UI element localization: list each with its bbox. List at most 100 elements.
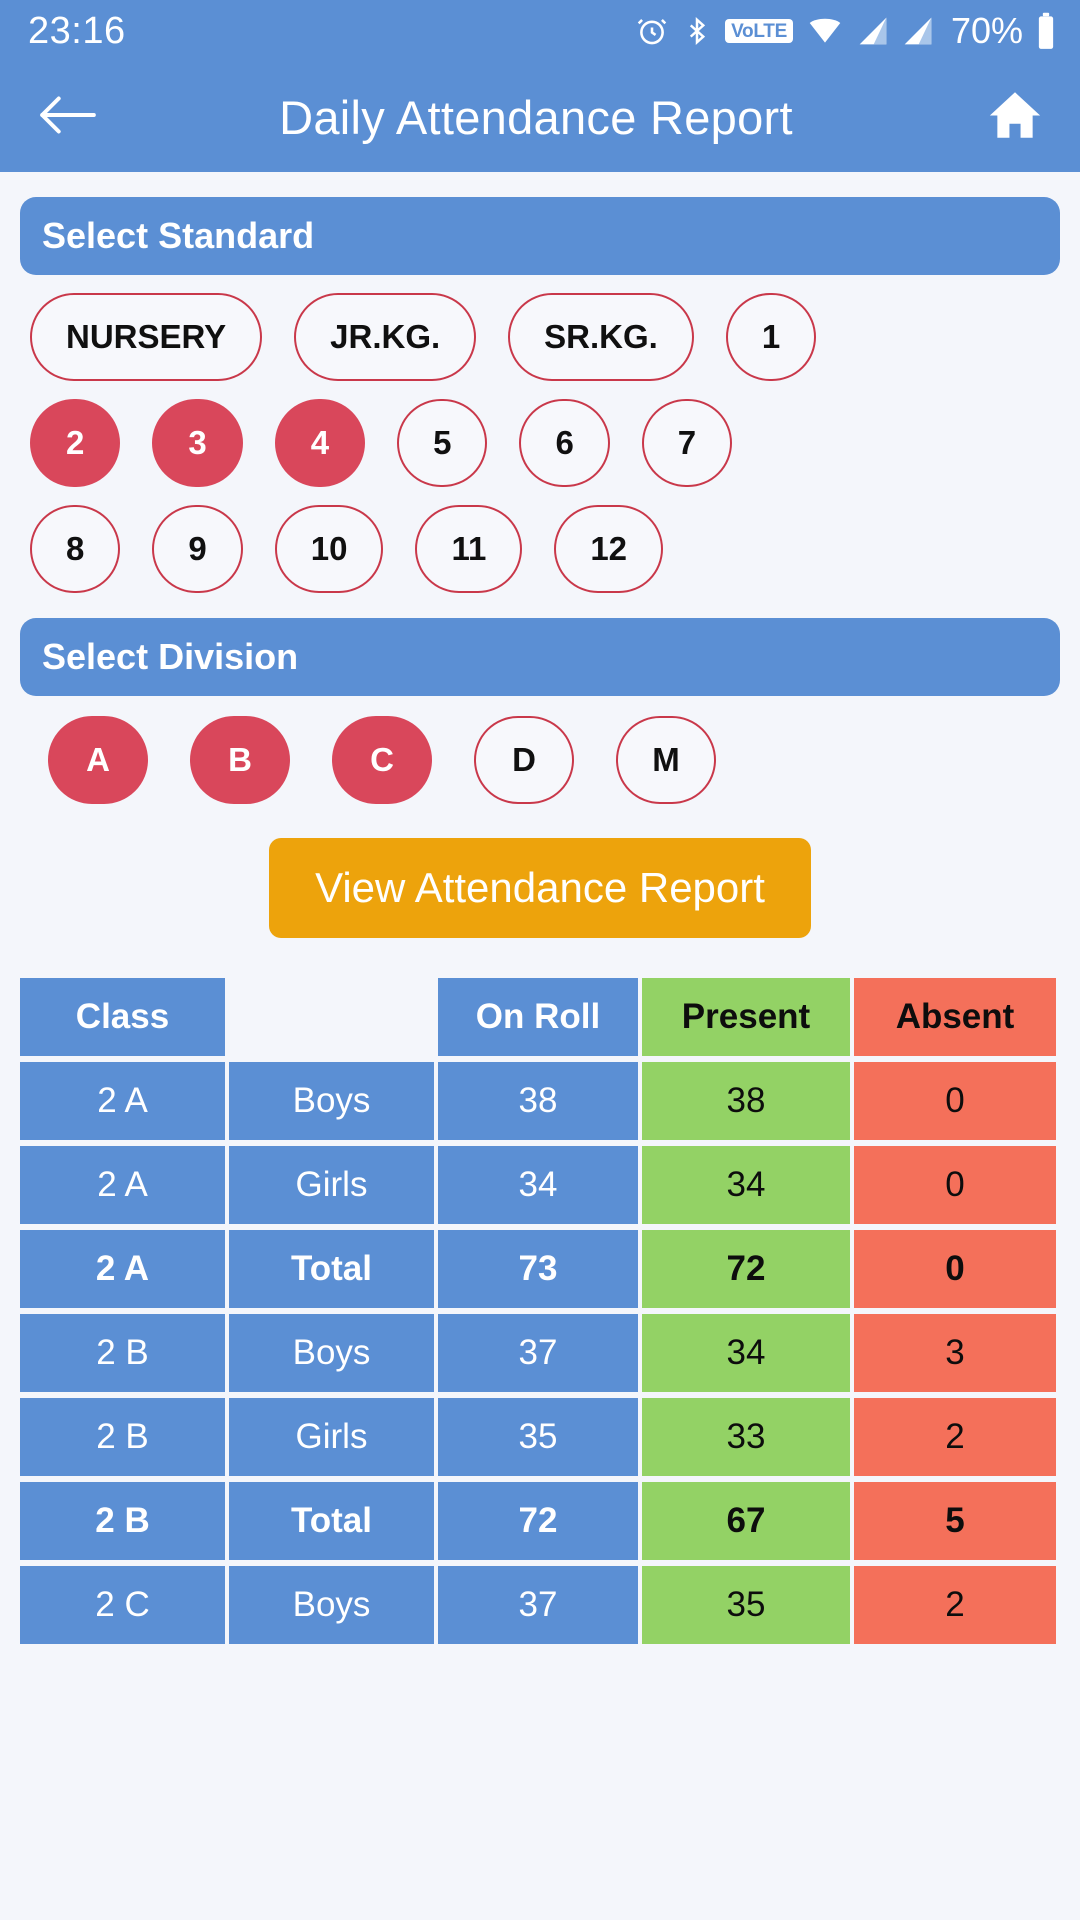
action-button-container: View Attendance Report	[20, 838, 1060, 938]
standard-chip-label: 12	[590, 530, 628, 567]
table-row: 2 A Girls 34 34 0	[20, 1146, 1060, 1224]
division-chip-label: A	[86, 741, 110, 778]
table-header-on-roll: On Roll	[438, 978, 638, 1056]
standard-chip-jrkg[interactable]: JR.KG.	[294, 293, 477, 381]
standard-chip-label: 6	[555, 424, 574, 461]
table-cell-gender: Total	[229, 1230, 434, 1308]
status-bar-clock: 23:16	[28, 9, 126, 52]
table-cell-class: 2 B	[20, 1314, 225, 1392]
division-chip-row: ABCDM	[20, 716, 1060, 804]
table-header-absent: Absent	[854, 978, 1056, 1056]
arrow-left-icon[interactable]	[36, 91, 98, 144]
table-cell-absent: 2	[854, 1566, 1056, 1644]
status-bar: 23:16 VoLTE 70%	[0, 0, 1080, 62]
table-cell-gender: Boys	[229, 1314, 434, 1392]
division-chip-label: B	[228, 741, 252, 778]
table-header-spacer	[229, 978, 434, 1056]
standard-chip-8[interactable]: 8	[30, 505, 121, 593]
wifi-icon	[806, 15, 844, 47]
select-standard-header: Select Standard	[20, 197, 1060, 275]
table-cell-class: 2 C	[20, 1566, 225, 1644]
table-cell-present: 35	[642, 1566, 850, 1644]
division-chip-a[interactable]: A	[48, 716, 148, 804]
division-chip-label: D	[512, 741, 536, 778]
home-icon[interactable]	[984, 86, 1046, 149]
standard-chip-group: NURSERY JR.KG. SR.KG. 1 2 3 4 5 6 7 8 9 10 11 12	[20, 293, 1060, 593]
table-cell-gender: Boys	[229, 1566, 434, 1644]
division-chip-c[interactable]: C	[332, 716, 432, 804]
table-cell-absent: 2	[854, 1398, 1056, 1476]
table-cell-class: 2 A	[20, 1062, 225, 1140]
division-chip-label: M	[652, 741, 680, 778]
standard-chip-srkg[interactable]: SR.KG.	[508, 293, 694, 381]
table-cell-present: 34	[642, 1314, 850, 1392]
standard-chip-5[interactable]: 5	[397, 399, 488, 487]
table-cell-gender: Girls	[229, 1146, 434, 1224]
table-cell-absent: 5	[854, 1482, 1056, 1560]
standard-chip-label: 5	[433, 424, 452, 461]
division-chip-b[interactable]: B	[190, 716, 290, 804]
main-content: Select Standard NURSERY JR.KG. SR.KG. 1 2 3 4 5…	[0, 197, 1080, 1920]
standard-chip-row: 8 9 10 11 12	[20, 505, 1060, 593]
standard-chip-row: NURSERY JR.KG. SR.KG. 1	[20, 293, 1060, 381]
standard-chip-12[interactable]: 12	[554, 505, 664, 593]
standard-chip-7[interactable]: 7	[641, 399, 733, 487]
standard-chip-2[interactable]: 2	[30, 399, 121, 487]
table-cell-on-roll: 34	[438, 1146, 638, 1224]
table-cell-present: 33	[642, 1398, 850, 1476]
select-division-header: Select Division	[20, 618, 1060, 696]
signal-2-icon	[902, 15, 934, 47]
standard-chip-label: 9	[188, 530, 207, 567]
table-cell-on-roll: 73	[438, 1230, 638, 1308]
standard-chip-label: 10	[310, 530, 348, 567]
standard-chip-9[interactable]: 9	[152, 505, 243, 593]
table-cell-gender: Girls	[229, 1398, 434, 1476]
division-chip-d[interactable]: D	[474, 716, 574, 804]
standard-chip-11[interactable]: 11	[415, 505, 523, 593]
attendance-report-table: Class On Roll Present Absent 2 A Boys 38 38 0 2 A…	[20, 978, 1060, 1644]
table-cell-absent: 3	[854, 1314, 1056, 1392]
status-bar-icons: VoLTE 70%	[635, 10, 1056, 52]
table-header-class: Class	[20, 978, 225, 1056]
table-cell-on-roll: 72	[438, 1482, 638, 1560]
division-chip-label: C	[370, 741, 394, 778]
division-chip-group: ABCDM	[20, 716, 1060, 804]
table-cell-on-roll: 37	[438, 1566, 638, 1644]
standard-chip-label: 4	[310, 424, 330, 461]
standard-chip-label: 7	[677, 424, 697, 461]
table-cell-gender: Total	[229, 1482, 434, 1560]
standard-chip-10[interactable]: 10	[274, 505, 384, 593]
table-header-row: Class On Roll Present Absent	[20, 978, 1060, 1056]
standard-chip-1[interactable]: 1	[725, 293, 817, 381]
standard-chip-nursery[interactable]: NURSERY	[30, 293, 263, 381]
bluetooth-icon	[682, 14, 712, 48]
table-cell-present: 38	[642, 1062, 850, 1140]
table-cell-absent: 0	[854, 1230, 1056, 1308]
battery-percentage-label: 70%	[950, 10, 1023, 51]
table-cell-on-roll: 37	[438, 1314, 638, 1392]
standard-chip-label: 11	[451, 530, 487, 567]
standard-chip-label: NURSERY	[66, 318, 227, 355]
table-row: 2 A Total 73 72 0	[20, 1230, 1060, 1308]
standard-chip-label: 1	[761, 318, 781, 355]
standard-chip-label: 3	[188, 424, 207, 461]
select-standard-label: Select Standard	[42, 215, 315, 256]
standard-chip-6[interactable]: 6	[519, 399, 610, 487]
division-chip-m[interactable]: M	[616, 716, 716, 804]
table-cell-present: 72	[642, 1230, 850, 1308]
standard-chip-label: SR.KG.	[544, 318, 658, 355]
table-row: 2 B Total 72 67 5	[20, 1482, 1060, 1560]
volte-icon: VoLTE	[725, 19, 793, 43]
standard-chip-label: 8	[66, 530, 85, 567]
select-division-label: Select Division	[42, 636, 299, 677]
standard-chip-4[interactable]: 4	[274, 399, 366, 487]
table-cell-class: 2 A	[20, 1230, 225, 1308]
standard-chip-row: 2 3 4 5 6 7	[20, 399, 1060, 487]
table-cell-gender: Boys	[229, 1062, 434, 1140]
table-row: 2 B Girls 35 33 2	[20, 1398, 1060, 1476]
standard-chip-3[interactable]: 3	[152, 399, 243, 487]
app-bar: Daily Attendance Report	[0, 62, 1080, 172]
table-cell-on-roll: 35	[438, 1398, 638, 1476]
table-cell-absent: 0	[854, 1062, 1056, 1140]
view-attendance-report-button[interactable]: View Attendance Report	[269, 838, 811, 938]
